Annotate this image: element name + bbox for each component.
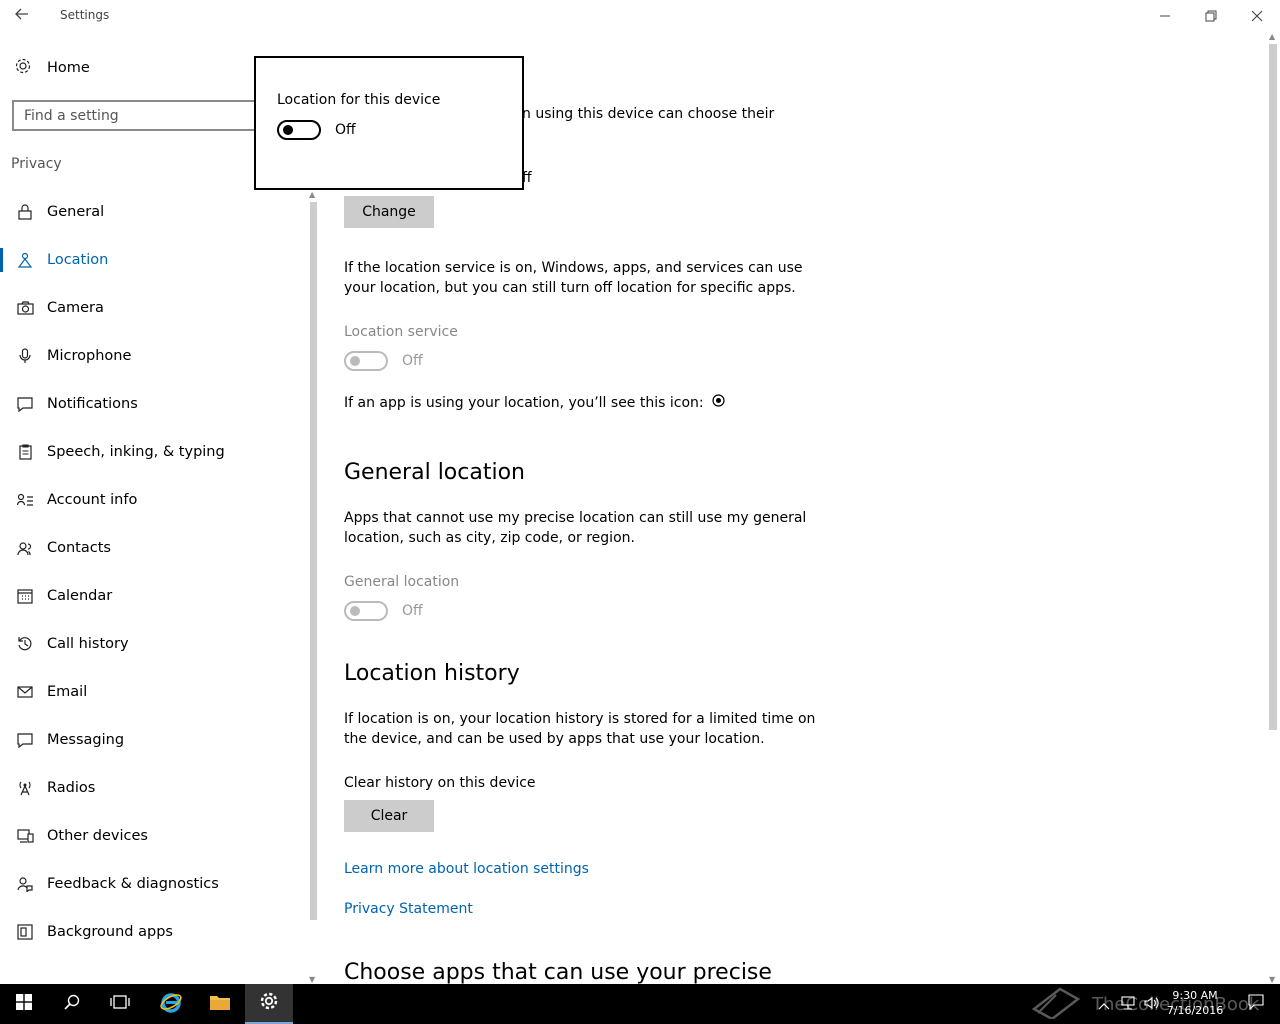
search-button[interactable]: [48, 984, 96, 1024]
sidebar-item-location[interactable]: Location: [0, 236, 310, 284]
sidebar-item-radios[interactable]: Radios: [0, 764, 310, 812]
device-location-toggle[interactable]: Off: [277, 120, 356, 140]
window-title: Settings: [60, 8, 110, 22]
general-desc-line-1: Apps that cannot use my precise location…: [344, 510, 807, 526]
contacts-icon: [16, 539, 34, 557]
privacy-statement-link[interactable]: Privacy Statement: [344, 901, 473, 917]
sidebar-item-other-devices[interactable]: Other devices: [0, 812, 310, 860]
device-location-state: Off: [335, 122, 356, 138]
calendar-icon: [16, 587, 34, 605]
home-label: Home: [47, 60, 90, 76]
sidebar-scrollbar-thumb[interactable]: [310, 202, 317, 920]
service-desc-line-2: your location, but you can still turn of…: [344, 280, 796, 296]
location-service-switch[interactable]: [344, 351, 388, 371]
location-history-heading: Location history: [344, 661, 520, 686]
change-button[interactable]: Change: [344, 196, 434, 228]
history-desc-line-2: the device, and can be used by apps that…: [344, 731, 765, 747]
watermark-text: TheCollectionBook: [1092, 993, 1260, 1015]
devices-icon: [16, 827, 34, 845]
sidebar-item-speech[interactable]: Speech, inking, & typing: [0, 428, 310, 476]
background-apps-icon: [16, 923, 34, 941]
title-bar: Settings: [0, 0, 1280, 32]
internet-explorer-icon: [159, 990, 183, 1018]
sidebar-item-background-apps[interactable]: Background apps: [0, 908, 310, 956]
general-location-state: Off: [402, 603, 423, 619]
file-explorer-button[interactable]: [196, 984, 244, 1024]
sidebar-item-call-history[interactable]: Call history: [0, 620, 310, 668]
device-location-switch[interactable]: [277, 120, 321, 140]
history-desc-line-1: If location is on, your location history…: [344, 711, 816, 727]
learn-more-link[interactable]: Learn more about location settings: [344, 861, 589, 877]
scroll-up-arrow-icon[interactable]: ▲: [1269, 32, 1275, 41]
book-logo-icon: [1030, 985, 1082, 1024]
main-scrollbar-thumb[interactable]: [1269, 44, 1277, 730]
sidebar-item-account-info[interactable]: Account info: [0, 476, 310, 524]
scroll-up-arrow-icon[interactable]: ▲: [309, 190, 315, 199]
privacy-nav: General Location Camera Microphone Notif…: [0, 188, 310, 956]
location-service-label: Location service: [344, 324, 458, 340]
scroll-down-arrow-icon[interactable]: ▼: [1269, 975, 1275, 984]
location-service-state: Off: [402, 353, 423, 369]
clear-history-label: Clear history on this device: [344, 775, 536, 791]
task-view-icon: [110, 994, 130, 1014]
internet-explorer-button[interactable]: [147, 984, 195, 1024]
sidebar-item-messaging[interactable]: Messaging: [0, 716, 310, 764]
general-location-switch[interactable]: [344, 601, 388, 621]
general-desc-line-2: location, such as city, zip code, or reg…: [344, 530, 635, 546]
search-input[interactable]: [14, 102, 274, 129]
gear-icon: [14, 57, 32, 79]
flyout-title: Location for this device: [277, 92, 441, 108]
location-indicator-icon: [712, 393, 725, 413]
sidebar-item-general[interactable]: General: [0, 188, 310, 236]
account-info-icon: [16, 491, 34, 509]
windows-logo-icon: [16, 994, 32, 1014]
folder-icon: [209, 993, 231, 1015]
scroll-down-arrow-icon[interactable]: ▼: [309, 975, 315, 984]
minimize-button[interactable]: [1142, 0, 1188, 32]
sidebar-item-microphone[interactable]: Microphone: [0, 332, 310, 380]
location-device-flyout: Location for this device Off: [254, 56, 524, 190]
service-desc-line-1: If the location service is on, Windows, …: [344, 260, 803, 276]
sidebar-item-calendar[interactable]: Calendar: [0, 572, 310, 620]
device-location-desc: n using this device can choose their: [522, 106, 775, 122]
section-label: Privacy: [11, 156, 62, 172]
sidebar-item-email[interactable]: Email: [0, 668, 310, 716]
search-icon: [64, 994, 80, 1014]
icon-note: If an app is using your location, you’ll…: [344, 393, 725, 413]
microphone-icon: [16, 347, 34, 365]
general-location-toggle[interactable]: Off: [344, 601, 423, 621]
home-nav-item[interactable]: Home: [14, 56, 90, 80]
sidebar-scrollbar[interactable]: ▲ ▼: [308, 190, 319, 984]
history-icon: [16, 635, 34, 653]
radio-tower-icon: [16, 779, 34, 797]
camera-icon: [16, 299, 34, 317]
back-arrow-icon[interactable]: [14, 6, 34, 26]
location-service-toggle[interactable]: Off: [344, 351, 423, 371]
sidebar-item-feedback[interactable]: Feedback & diagnostics: [0, 860, 310, 908]
messaging-icon: [16, 731, 34, 749]
location-person-icon: [16, 251, 34, 269]
email-icon: [16, 683, 34, 701]
restore-button[interactable]: [1188, 0, 1234, 32]
general-location-label: General location: [344, 574, 460, 590]
close-button[interactable]: [1234, 0, 1280, 32]
sidebar-item-camera[interactable]: Camera: [0, 284, 310, 332]
sidebar-item-notifications[interactable]: Notifications: [0, 380, 310, 428]
task-view-button[interactable]: [96, 984, 144, 1024]
start-button[interactable]: [0, 984, 48, 1024]
clipboard-icon: [16, 443, 34, 461]
main-scrollbar[interactable]: ▲ ▼: [1266, 32, 1280, 984]
settings-taskbar-button[interactable]: [245, 984, 293, 1024]
sidebar-item-contacts[interactable]: Contacts: [0, 524, 310, 572]
watermark: TheCollectionBook: [1030, 984, 1259, 1024]
lock-icon: [16, 203, 34, 221]
general-location-heading: General location: [344, 460, 525, 485]
gear-icon: [259, 991, 279, 1015]
feedback-icon: [16, 875, 34, 893]
notifications-icon: [16, 395, 34, 413]
clear-button[interactable]: Clear: [344, 800, 434, 832]
choose-apps-heading: Choose apps that can use your precise: [344, 960, 772, 985]
